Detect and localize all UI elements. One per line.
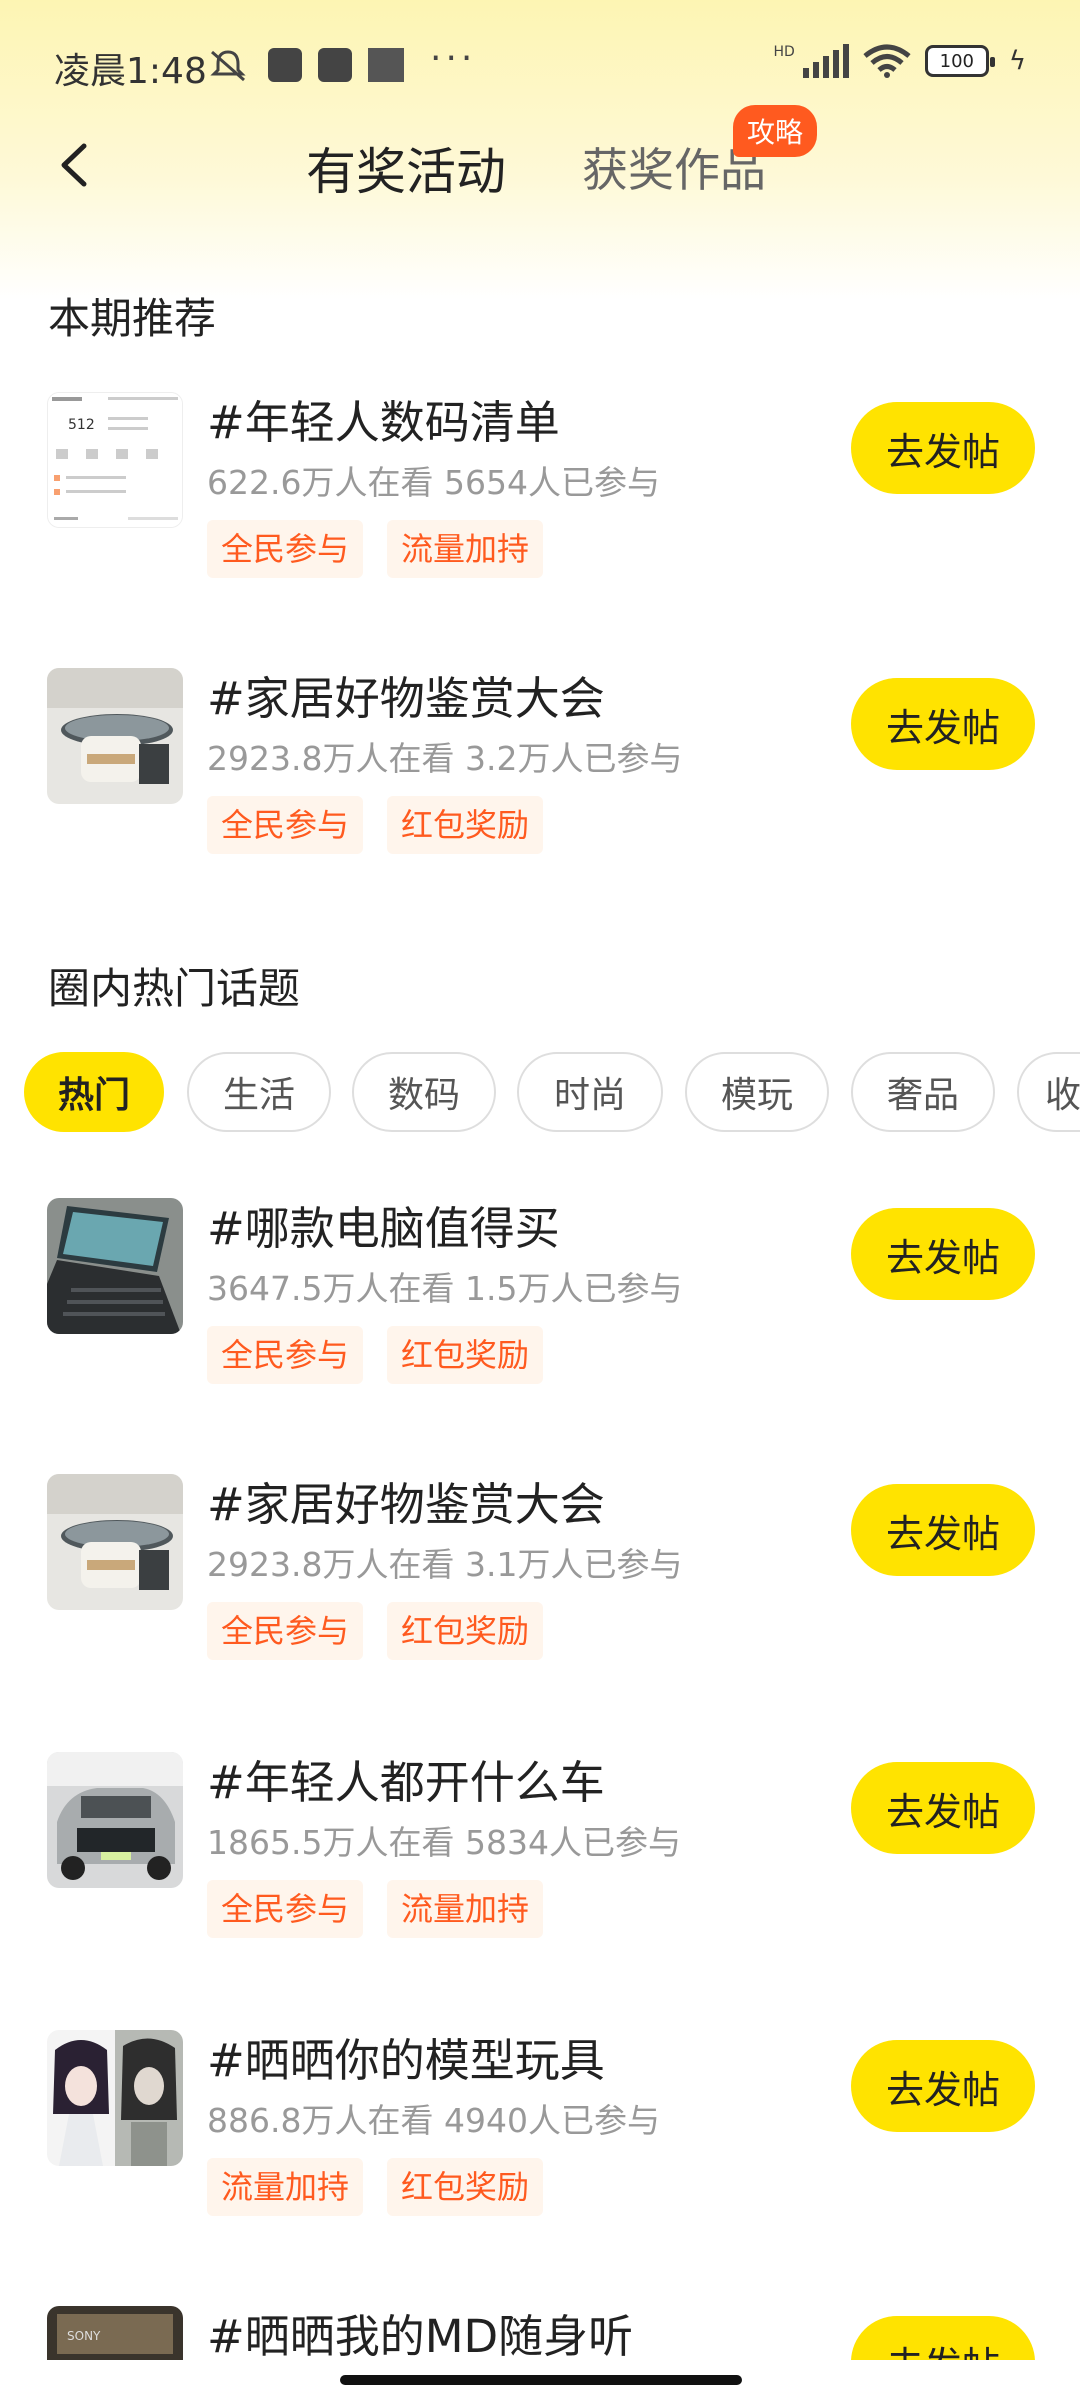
chip-models[interactable]: 模玩 [685,1052,829,1132]
topic-stats: 1865.5万人在看 5834人已参与 [207,1823,681,1862]
hot-row-1[interactable]: #哪款电脑值得买 3647.5万人在看 1.5万人已参与 全民参与 红包奖励 去… [0,1198,1080,1398]
thumbnail-image [47,1752,183,1888]
topic-title[interactable]: #家居好物鉴赏大会 [207,662,605,727]
notification-icon [368,48,404,82]
tag: 全民参与 [207,520,364,578]
hot-section-title: 圈内热门话题 [48,964,301,1013]
page: 凌晨1:48 ··· HD 100 ϟ 有奖活动 获奖作品 攻略 本期推荐 51… [0,0,1080,2400]
status-right: HD 100 ϟ [774,44,1026,78]
go-post-button[interactable]: 去发帖 [851,678,1035,770]
go-post-button[interactable]: 去发帖 [851,2316,1035,2360]
topic-stats: 886.8万人在看 4940人已参与 [207,2101,660,2140]
topic-stats: 622.6万人在看 5654人已参与 [207,463,660,502]
message-icon [268,48,302,82]
tag: 流量加持 [387,520,544,578]
hot-row-5[interactable]: SONY #晒晒我的MD随身听 去发帖 [0,2306,1080,2360]
chip-hot[interactable]: 热门 [24,1052,164,1132]
topic-stats: 2923.8万人在看 3.1万人已参与 [207,1545,683,1584]
signal-icon [802,44,849,78]
thumbnail-image: SONY [47,2306,183,2360]
topic-thumbnail [47,1474,183,1610]
battery-icon: 100 [924,45,995,77]
chip-digital[interactable]: 数码 [352,1052,496,1132]
topic-title[interactable]: #哪款电脑值得买 [207,1192,560,1257]
topic-tags: 流量加持 红包奖励 [207,2158,544,2216]
topic-title[interactable]: #年轻人都开什么车 [207,1746,605,1811]
chip-luxury[interactable]: 奢品 [851,1052,995,1132]
chip-fashion[interactable]: 时尚 [517,1052,663,1132]
tag: 红包奖励 [387,1326,544,1384]
hd-icon: HD [773,44,795,60]
thumbnail-image: 512 [48,393,182,527]
topic-title[interactable]: #晒晒你的模型玩具 [207,2024,605,2089]
topic-thumbnail [47,2030,183,2166]
topic-stats: 3647.5万人在看 1.5万人已参与 [207,1269,683,1308]
category-chips: 热门 生活 数码 时尚 模玩 奢品 收 [24,1052,1080,1136]
topic-thumbnail [47,668,183,804]
status-time: 凌晨1:48 [54,51,207,92]
topic-thumbnail [47,1752,183,1888]
tag: 全民参与 [207,1602,364,1660]
more-icon: ··· [430,38,477,79]
topic-tags: 全民参与 流量加持 [207,520,544,578]
back-arrow-icon[interactable] [50,140,100,190]
status-bar: 凌晨1:48 ··· HD 100 ϟ [0,0,1080,120]
thumbnail-image [47,1474,183,1610]
tag: 全民参与 [207,796,364,854]
home-indicator[interactable] [340,2375,742,2385]
svg-text:SONY: SONY [67,2329,101,2343]
topic-tags: 全民参与 流量加持 [207,1880,544,1938]
topic-tags: 全民参与 红包奖励 [207,1602,544,1660]
topic-stats: 2923.8万人在看 3.2万人已参与 [207,739,683,778]
charging-icon: ϟ [1008,46,1026,76]
featured-section-title: 本期推荐 [48,294,217,343]
go-post-button[interactable]: 去发帖 [851,1762,1035,1854]
hot-row-2[interactable]: #家居好物鉴赏大会 2923.8万人在看 3.1万人已参与 全民参与 红包奖励 … [0,1474,1080,1674]
go-post-button[interactable]: 去发帖 [851,1208,1035,1300]
wifi-icon [863,44,911,78]
page-title[interactable]: 有奖活动 [306,132,506,204]
hot-row-5-clip: SONY #晒晒我的MD随身听 去发帖 [0,2300,1080,2360]
tag: 红包奖励 [387,796,544,854]
topic-title[interactable]: #晒晒我的MD随身听 [207,2300,633,2360]
topic-thumbnail: SONY [47,2306,183,2360]
hot-row-4[interactable]: #晒晒你的模型玩具 886.8万人在看 4940人已参与 流量加持 红包奖励 去… [0,2030,1080,2230]
hot-row-3[interactable]: #年轻人都开什么车 1865.5万人在看 5834人已参与 全民参与 流量加持 … [0,1752,1080,1952]
go-post-button[interactable]: 去发帖 [851,402,1035,494]
featured-row-2[interactable]: #家居好物鉴赏大会 2923.8万人在看 3.2万人已参与 全民参与 红包奖励 … [0,668,1080,868]
chip-collect[interactable]: 收 [1017,1052,1080,1132]
thumbnail-image [47,1198,183,1334]
battery-level: 100 [939,50,975,72]
guide-badge[interactable]: 攻略 [733,105,818,157]
topic-thumbnail: 512 [47,392,183,528]
topic-tags: 全民参与 红包奖励 [207,1326,544,1384]
chip-life[interactable]: 生活 [187,1052,331,1132]
tag: 红包奖励 [387,2158,544,2216]
tag: 流量加持 [207,2158,364,2216]
tag: 红包奖励 [387,1602,544,1660]
topic-title[interactable]: #家居好物鉴赏大会 [207,1468,605,1533]
go-post-button[interactable]: 去发帖 [851,1484,1035,1576]
go-post-button[interactable]: 去发帖 [851,2040,1035,2132]
topic-thumbnail [47,1198,183,1334]
thumbnail-image [47,2030,183,2166]
tag: 全民参与 [207,1326,364,1384]
topic-tags: 全民参与 红包奖励 [207,796,544,854]
tag: 流量加持 [387,1880,544,1938]
thumbnail-image [47,668,183,804]
topic-title[interactable]: #年轻人数码清单 [207,386,560,451]
mute-icon [210,50,246,82]
tag: 全民参与 [207,1880,364,1938]
svg-text:512: 512 [68,417,95,433]
mi-icon [318,48,352,82]
featured-row-1[interactable]: 512 #年轻人数码清单 622.6万人在看 5654人已参与 全民参与 流量加… [0,392,1080,592]
